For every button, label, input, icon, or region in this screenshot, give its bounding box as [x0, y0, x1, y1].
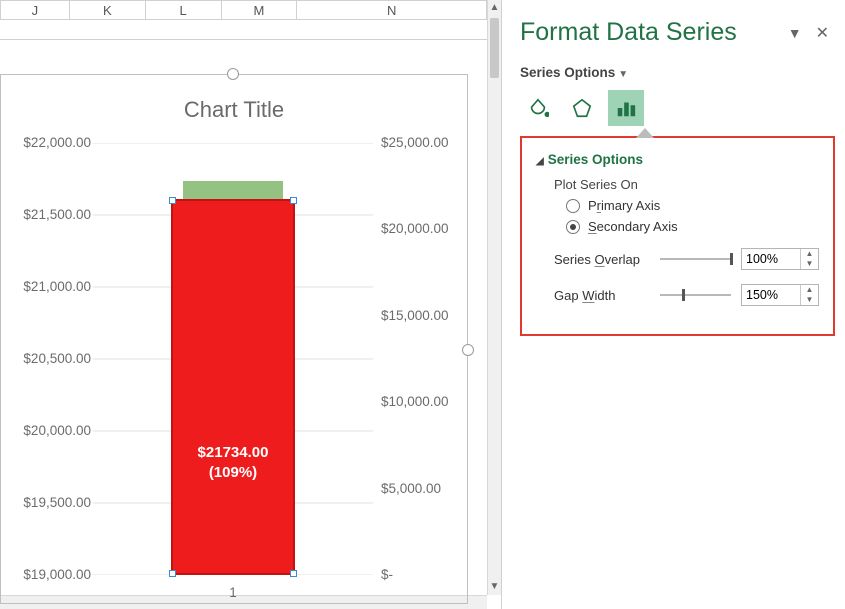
pane-title: Format Data Series [520, 18, 780, 47]
col-header-n[interactable]: N [297, 0, 487, 20]
plot-series-on-label: Plot Series On [554, 177, 819, 192]
close-icon[interactable]: ✕ [810, 23, 835, 43]
y-left-tick: $21,000.00 [23, 279, 91, 294]
pane-subtitle-text: Series Options [520, 65, 615, 80]
spin-up-icon[interactable]: ▲ [801, 285, 818, 295]
y-right-tick: $25,000.00 [381, 135, 449, 150]
gap-width-field[interactable] [742, 285, 800, 305]
secondary-y-axis[interactable]: $25,000.00 $20,000.00 $15,000.00 $10,000… [381, 135, 471, 583]
secondary-axis-label: Secondary Axis [588, 219, 678, 234]
series-overlap-field[interactable] [742, 249, 800, 269]
radio-icon [566, 220, 580, 234]
chart-title[interactable]: Chart Title [1, 97, 467, 123]
primary-axis-label: Primary Axis [588, 198, 660, 213]
spin-down-icon[interactable]: ▼ [801, 259, 818, 269]
column-headers: J K L M N [0, 0, 487, 20]
series-options-section: ◢Series Options Plot Series On Primary A… [520, 136, 835, 336]
series-handle[interactable] [169, 197, 176, 204]
pane-tab-icons [520, 90, 835, 126]
y-left-tick: $20,500.00 [23, 351, 91, 366]
effects-icon[interactable] [564, 90, 600, 126]
spin-down-icon[interactable]: ▼ [801, 295, 818, 305]
pane-subtitle-dropdown[interactable]: Series Options▼ [520, 65, 835, 80]
col-header-m[interactable]: M [222, 0, 298, 20]
y-left-tick: $22,000.00 [23, 135, 91, 150]
series-handle[interactable] [290, 197, 297, 204]
radio-icon [566, 199, 580, 213]
col-header-j[interactable]: J [0, 0, 70, 20]
worksheet-area[interactable]: J K L M N ▲ ▼ Chart Title $22,000.00 $21… [0, 0, 502, 609]
col-header-k[interactable]: K [70, 0, 146, 20]
data-label[interactable]: $21734.00 (109%) [171, 443, 295, 483]
scroll-up-icon[interactable]: ▲ [488, 0, 501, 16]
spin-up-icon[interactable]: ▲ [801, 249, 818, 259]
y-left-tick: $21,500.00 [23, 207, 91, 222]
series-overlap-row: Series Overlap ▲▼ [554, 248, 819, 270]
section-title: Series Options [548, 152, 643, 167]
pane-menu-icon[interactable]: ▼ [780, 25, 810, 41]
secondary-axis-radio[interactable]: Secondary Axis [566, 219, 819, 234]
x-axis-category[interactable]: 1 [93, 585, 373, 600]
series-overlap-input[interactable]: ▲▼ [741, 248, 819, 270]
scroll-down-icon[interactable]: ▼ [488, 579, 501, 595]
empty-row[interactable] [0, 20, 487, 40]
gap-width-label: Gap Width [554, 288, 650, 303]
primary-y-axis[interactable]: $22,000.00 $21,500.00 $21,000.00 $20,500… [7, 135, 91, 583]
fill-line-icon[interactable] [520, 90, 556, 126]
series-options-icon[interactable] [608, 90, 644, 126]
series-handle[interactable] [169, 570, 176, 577]
gap-width-input[interactable]: ▲▼ [741, 284, 819, 306]
vertical-scrollbar[interactable]: ▲ ▼ [487, 0, 501, 595]
gap-width-row: Gap Width ▲▼ [554, 284, 819, 306]
series-overlap-slider[interactable] [660, 251, 731, 267]
y-right-tick: $5,000.00 [381, 481, 441, 496]
y-left-tick: $19,000.00 [23, 567, 91, 582]
chart-resize-handle-top[interactable] [227, 68, 239, 80]
primary-axis-radio[interactable]: Primary Axis [566, 198, 819, 213]
col-header-l[interactable]: L [146, 0, 222, 20]
data-label-value: $21734.00 [198, 444, 269, 461]
scroll-thumb[interactable] [490, 18, 499, 78]
data-label-pct: (109%) [209, 464, 257, 481]
series-overlap-label: Series Overlap [554, 252, 650, 267]
y-right-tick: $10,000.00 [381, 394, 449, 409]
y-left-tick: $20,000.00 [23, 423, 91, 438]
format-data-series-pane: Format Data Series ▼ ✕ Series Options▼ ◢… [502, 0, 845, 609]
y-right-tick: $20,000.00 [381, 221, 449, 236]
bar-series-red-selected[interactable] [171, 199, 295, 575]
y-right-tick: $15,000.00 [381, 308, 449, 323]
series-handle[interactable] [290, 570, 297, 577]
y-right-tick: $- [381, 567, 393, 582]
chart-object[interactable]: Chart Title $22,000.00 $21,500.00 $21,00… [0, 74, 468, 604]
plot-area[interactable]: $21734.00 (109%) [93, 143, 373, 575]
y-left-tick: $19,500.00 [23, 495, 91, 510]
gap-width-slider[interactable] [660, 287, 731, 303]
series-options-header[interactable]: ◢Series Options [536, 152, 819, 167]
